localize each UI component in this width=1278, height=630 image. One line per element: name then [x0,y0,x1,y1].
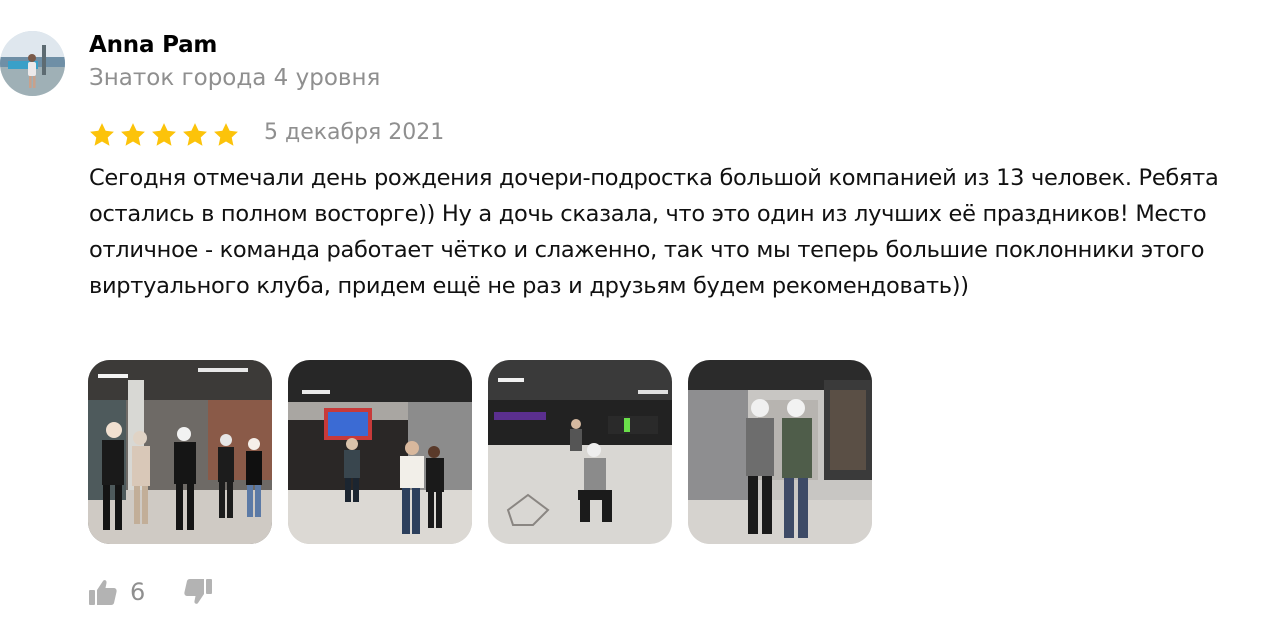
star-icon [90,123,114,146]
author-name[interactable]: Anna Pam [89,32,217,58]
thumbs-up-icon [89,580,117,605]
dislike-button[interactable] [183,578,213,606]
author-level: Знаток города 4 уровня [89,65,381,91]
review-photo-3[interactable] [488,360,672,544]
review-photo-1[interactable] [88,360,272,544]
review-reactions: 6 [88,578,213,606]
star-icon [152,123,176,146]
star-icon [214,123,238,146]
like-count: 6 [130,578,146,606]
review-text: Сегодня отмечали день рождения дочери-по… [89,165,1219,299]
author-avatar[interactable] [0,31,65,96]
like-button[interactable]: 6 [88,578,145,606]
review-photo-4[interactable] [688,360,872,544]
star-icon [121,123,145,146]
thumbs-down-icon [184,579,213,604]
review-photos [88,360,888,544]
review-card: Anna Pam Знаток города 4 уровня 5 декабр… [0,0,1278,630]
star-icon [183,123,207,146]
review-photo-2[interactable] [288,360,472,544]
review-date: 5 декабря 2021 [264,120,445,145]
rating-stars [88,121,243,149]
